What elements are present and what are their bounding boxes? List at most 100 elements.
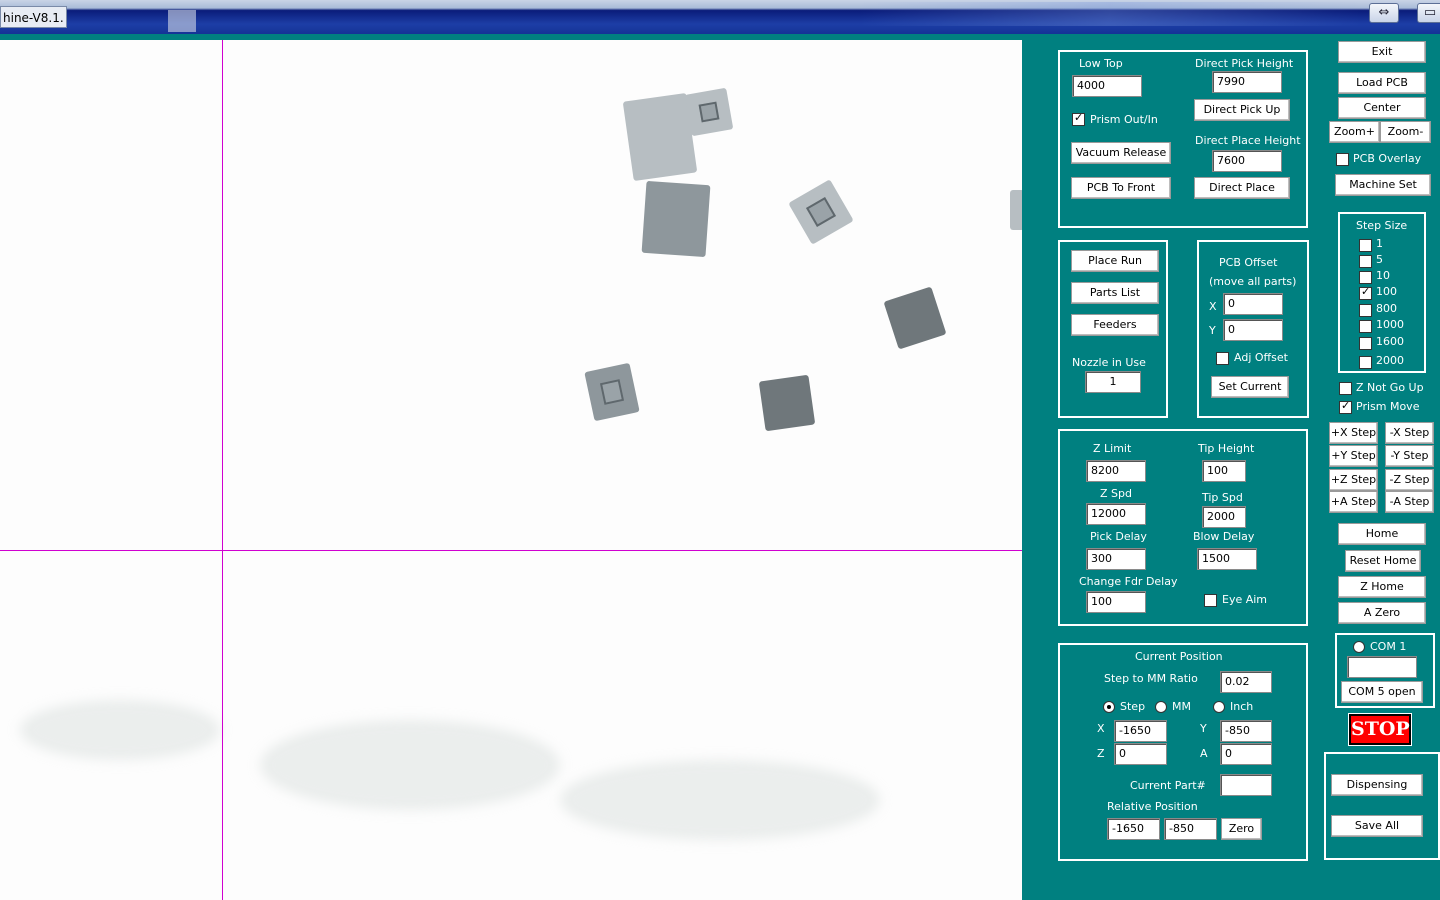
a-minus-step-button[interactable]: -A Step: [1385, 491, 1434, 513]
restore-icon[interactable]: ⇔: [1369, 3, 1399, 23]
position-a-label: A: [1200, 747, 1208, 760]
save-all-button[interactable]: Save All: [1331, 815, 1423, 837]
machine-set-button[interactable]: Machine Set: [1335, 174, 1431, 196]
zero-button[interactable]: Zero: [1221, 818, 1262, 840]
relative-x-field[interactable]: -1650: [1107, 818, 1160, 840]
center-button[interactable]: Center: [1338, 97, 1426, 119]
z-minus-step-button[interactable]: -Z Step: [1385, 469, 1434, 491]
step-size-checkbox[interactable]: [1359, 239, 1372, 252]
offset-y-field[interactable]: 0: [1223, 319, 1283, 341]
step-size-title: Step Size: [1356, 219, 1408, 232]
y-plus-step-button[interactable]: +Y Step: [1329, 445, 1378, 467]
place-run-button[interactable]: Place Run: [1071, 250, 1159, 272]
relative-y-field[interactable]: -850: [1164, 818, 1217, 840]
com-port-field[interactable]: [1347, 656, 1417, 678]
current-part-label: Current Part#: [1130, 779, 1206, 792]
prism-move-checkbox[interactable]: [1339, 399, 1352, 414]
com-port-radio[interactable]: [1353, 641, 1365, 653]
tip-height-field[interactable]: 100: [1202, 460, 1246, 482]
blow-delay-label: Blow Delay: [1193, 530, 1255, 543]
position-y-field[interactable]: -850: [1220, 720, 1272, 742]
step-size-label: 1: [1376, 237, 1383, 250]
dispensing-button[interactable]: Dispensing: [1331, 774, 1423, 796]
y-minus-step-button[interactable]: -Y Step: [1385, 445, 1434, 467]
position-a-field[interactable]: 0: [1220, 743, 1272, 765]
dispensing-group: [1324, 752, 1440, 860]
offset-x-field[interactable]: 0: [1223, 293, 1283, 315]
position-y-label: Y: [1200, 722, 1207, 735]
step-size-checkbox[interactable]: [1359, 337, 1372, 350]
direct-pick-up-button[interactable]: Direct Pick Up: [1194, 99, 1290, 121]
z-not-go-up-checkbox[interactable]: [1339, 382, 1352, 395]
z-not-go-up-label: Z Not Go Up: [1356, 381, 1424, 394]
pick-delay-label: Pick Delay: [1090, 530, 1147, 543]
position-x-label: X: [1097, 722, 1105, 735]
current-part-field[interactable]: [1220, 774, 1272, 796]
blow-delay-field[interactable]: 1500: [1197, 548, 1257, 570]
direct-place-height-field[interactable]: 7600: [1212, 150, 1282, 172]
pcb-to-front-button[interactable]: PCB To Front: [1071, 177, 1171, 199]
position-z-field[interactable]: 0: [1114, 743, 1167, 765]
component-chip: [641, 180, 711, 258]
unit-step-radio[interactable]: [1103, 701, 1115, 713]
current-position-title: Current Position: [1135, 650, 1223, 663]
feeders-button[interactable]: Feeders: [1071, 314, 1159, 336]
change-fdr-delay-field[interactable]: 100: [1086, 591, 1146, 613]
step-size-checkbox[interactable]: [1359, 271, 1372, 284]
eye-aim-label: Eye Aim: [1222, 593, 1268, 606]
zoom-in-button[interactable]: Zoom+: [1329, 121, 1380, 143]
unit-mm-radio[interactable]: [1155, 701, 1167, 713]
set-current-button[interactable]: Set Current: [1211, 376, 1289, 398]
prism-label: Prism Out/In: [1090, 113, 1158, 126]
reset-home-button[interactable]: Reset Home: [1345, 550, 1421, 572]
pcb-offset-subtitle: (move all parts): [1209, 275, 1297, 288]
step-size-checkbox[interactable]: [1359, 255, 1372, 268]
step-size-checkbox[interactable]: [1359, 356, 1372, 369]
step-size-checkbox[interactable]: [1359, 304, 1372, 317]
adj-offset-label: Adj Offset: [1234, 351, 1288, 364]
a-zero-button[interactable]: A Zero: [1338, 602, 1426, 624]
step-size-label: 10: [1376, 269, 1390, 282]
unit-inch-radio[interactable]: [1213, 701, 1225, 713]
position-z-label: Z: [1097, 747, 1105, 760]
step-size-label: 800: [1376, 302, 1397, 315]
tip-spd-field[interactable]: 2000: [1202, 506, 1246, 528]
prism-move-label: Prism Move: [1356, 400, 1420, 413]
direct-place-height-label: Direct Place Height: [1195, 134, 1301, 147]
stop-button[interactable]: STOP: [1349, 714, 1411, 745]
parts-list-button[interactable]: Parts List: [1071, 282, 1159, 304]
background-smudge: [20, 700, 220, 760]
crosshair-horizontal: [0, 550, 1022, 551]
x-minus-step-button[interactable]: -X Step: [1385, 422, 1434, 444]
pcb-overlay-checkbox[interactable]: [1336, 153, 1349, 166]
step-size-checkbox[interactable]: [1359, 320, 1372, 333]
z-spd-field[interactable]: 12000: [1086, 503, 1146, 525]
exit-button[interactable]: Exit: [1338, 41, 1426, 63]
step-mm-ratio-label: Step to MM Ratio: [1104, 672, 1198, 685]
camera-view[interactable]: [0, 40, 1022, 900]
titlebar-glow: [860, 2, 1360, 26]
zoom-out-button[interactable]: Zoom-: [1380, 121, 1431, 143]
titlebar-icon: [168, 10, 196, 32]
load-pcb-button[interactable]: Load PCB: [1338, 72, 1426, 94]
direct-place-button[interactable]: Direct Place: [1194, 177, 1290, 199]
position-x-field[interactable]: -1650: [1114, 720, 1167, 742]
z-plus-step-button[interactable]: +Z Step: [1329, 469, 1378, 491]
z-limit-field[interactable]: 8200: [1086, 460, 1146, 482]
com-status-button[interactable]: COM 5 open: [1341, 681, 1423, 703]
low-top-field[interactable]: 4000: [1072, 75, 1142, 97]
z-home-button[interactable]: Z Home: [1338, 576, 1426, 598]
step-mm-ratio-field[interactable]: 0.02: [1220, 671, 1272, 693]
direct-pick-height-field[interactable]: 7990: [1212, 71, 1282, 93]
home-button[interactable]: Home: [1338, 523, 1426, 545]
prism-checkbox[interactable]: [1072, 111, 1085, 126]
pick-delay-field[interactable]: 300: [1086, 548, 1146, 570]
a-plus-step-button[interactable]: +A Step: [1329, 491, 1378, 513]
close-icon[interactable]: ▭: [1417, 3, 1440, 23]
vacuum-release-button[interactable]: Vacuum Release: [1071, 142, 1171, 164]
x-plus-step-button[interactable]: +X Step: [1329, 422, 1378, 444]
step-size-checkbox[interactable]: [1359, 285, 1372, 300]
eye-aim-checkbox[interactable]: [1204, 594, 1217, 607]
nozzle-in-use-field[interactable]: 1: [1085, 371, 1141, 393]
adj-offset-checkbox[interactable]: [1216, 352, 1229, 365]
